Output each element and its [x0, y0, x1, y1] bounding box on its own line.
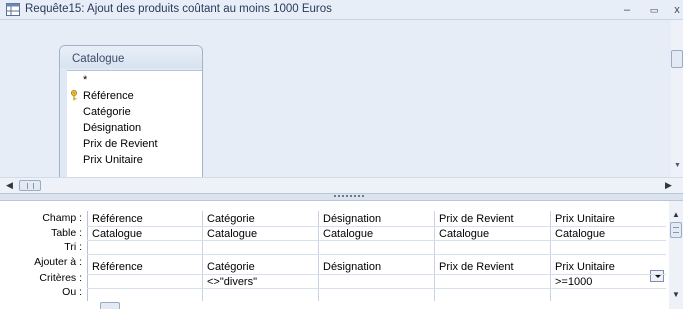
field-label: Prix Unitaire	[83, 154, 143, 166]
scroll-down-arrow-icon[interactable]: ▼	[672, 290, 680, 299]
field-label: Référence	[83, 90, 134, 102]
grid-horizontal-scroll-thumb[interactable]	[100, 302, 120, 309]
row-label-ajouter: Ajouter à :	[34, 256, 82, 268]
field-item[interactable]: Prix de Revient	[67, 136, 202, 152]
grid-vertical-scrollbar[interactable]: ▲ ▼	[669, 201, 683, 309]
scroll-left-arrow-icon[interactable]: ◀	[6, 180, 13, 191]
table-cell[interactable]: Catalogue	[203, 228, 318, 240]
field-label: Catégorie	[83, 106, 131, 118]
field-item[interactable]: Catégorie	[67, 104, 202, 120]
scroll-up-arrow-icon[interactable]: ▲	[672, 210, 680, 219]
ajouter-cell[interactable]: Catégorie	[203, 261, 318, 273]
horizontal-scrollbar[interactable]: ◀ ▶	[0, 177, 683, 193]
window-title: Requête15: Ajout des produits coûtant au…	[25, 3, 332, 15]
row-divider	[87, 274, 666, 275]
append-to-dropdown-button[interactable]	[650, 270, 664, 282]
grip-icon	[27, 183, 34, 189]
row-labels: Champ : Table : Tri : Ajouter à : Critèr…	[0, 211, 86, 299]
table-name[interactable]: Catalogue	[60, 46, 202, 68]
field-item[interactable]: Désignation	[67, 120, 202, 136]
criteres-cell[interactable]: <>"divers"	[203, 276, 318, 288]
upper-vertical-scrollbar[interactable]: ▼	[671, 20, 683, 177]
champ-cell[interactable]: Référence	[88, 213, 202, 225]
field-label: *	[83, 74, 88, 86]
table-cell[interactable]: Catalogue	[551, 228, 667, 240]
scroll-thumb[interactable]	[19, 180, 41, 191]
field-item[interactable]: Prix Unitaire	[67, 152, 202, 168]
title-bar: Requête15: Ajout des produits coûtant au…	[0, 0, 683, 20]
row-label-ou: Ou :	[62, 286, 82, 298]
ajouter-cell[interactable]: Référence	[88, 261, 202, 273]
field-label: Prix de Revient	[83, 138, 158, 150]
table-field-list[interactable]: Catalogue * Référence Catégorie Désignat…	[59, 45, 203, 197]
champ-cell[interactable]: Désignation	[319, 213, 434, 225]
row-label-table: Table :	[51, 227, 82, 239]
scroll-thumb[interactable]	[670, 222, 682, 238]
ajouter-cell[interactable]: Désignation	[319, 261, 434, 273]
field-item[interactable]: Référence	[67, 88, 202, 104]
pane-splitter[interactable]	[0, 193, 683, 201]
row-divider	[87, 254, 666, 255]
table-cell[interactable]: Catalogue	[435, 228, 550, 240]
design-grid-area: Champ : Table : Tri : Ajouter à : Critèr…	[0, 201, 683, 309]
row-label-champ: Champ :	[42, 212, 82, 224]
table-cell[interactable]: Catalogue	[319, 228, 434, 240]
field-label: Désignation	[83, 122, 142, 134]
row-divider	[87, 240, 666, 241]
row-label-tri: Tri :	[64, 241, 82, 253]
row-label-criteres: Critères :	[39, 272, 82, 284]
champ-cell[interactable]: Catégorie	[203, 213, 318, 225]
minimize-button[interactable]: –	[619, 2, 635, 18]
champ-cell[interactable]: Prix Unitaire	[551, 213, 667, 225]
table-cell[interactable]: Catalogue	[88, 228, 202, 240]
primary-key-icon	[70, 90, 78, 101]
scroll-thumb[interactable]	[671, 50, 683, 68]
field-item[interactable]: *	[67, 72, 202, 88]
row-divider	[87, 288, 666, 289]
grip-icon	[673, 227, 679, 233]
query-design-icon	[6, 3, 20, 16]
champ-cell[interactable]: Prix de Revient	[435, 213, 550, 225]
restore-button[interactable]: ▭	[646, 2, 662, 18]
close-button[interactable]: x	[669, 2, 683, 18]
scroll-down-arrow-icon[interactable]: ▼	[674, 162, 681, 169]
splitter-grip-icon	[334, 195, 364, 198]
row-divider	[87, 226, 666, 227]
scroll-right-arrow-icon[interactable]: ▶	[665, 180, 672, 191]
table-pane: Catalogue * Référence Catégorie Désignat…	[0, 20, 683, 197]
ajouter-cell[interactable]: Prix de Revient	[435, 261, 550, 273]
